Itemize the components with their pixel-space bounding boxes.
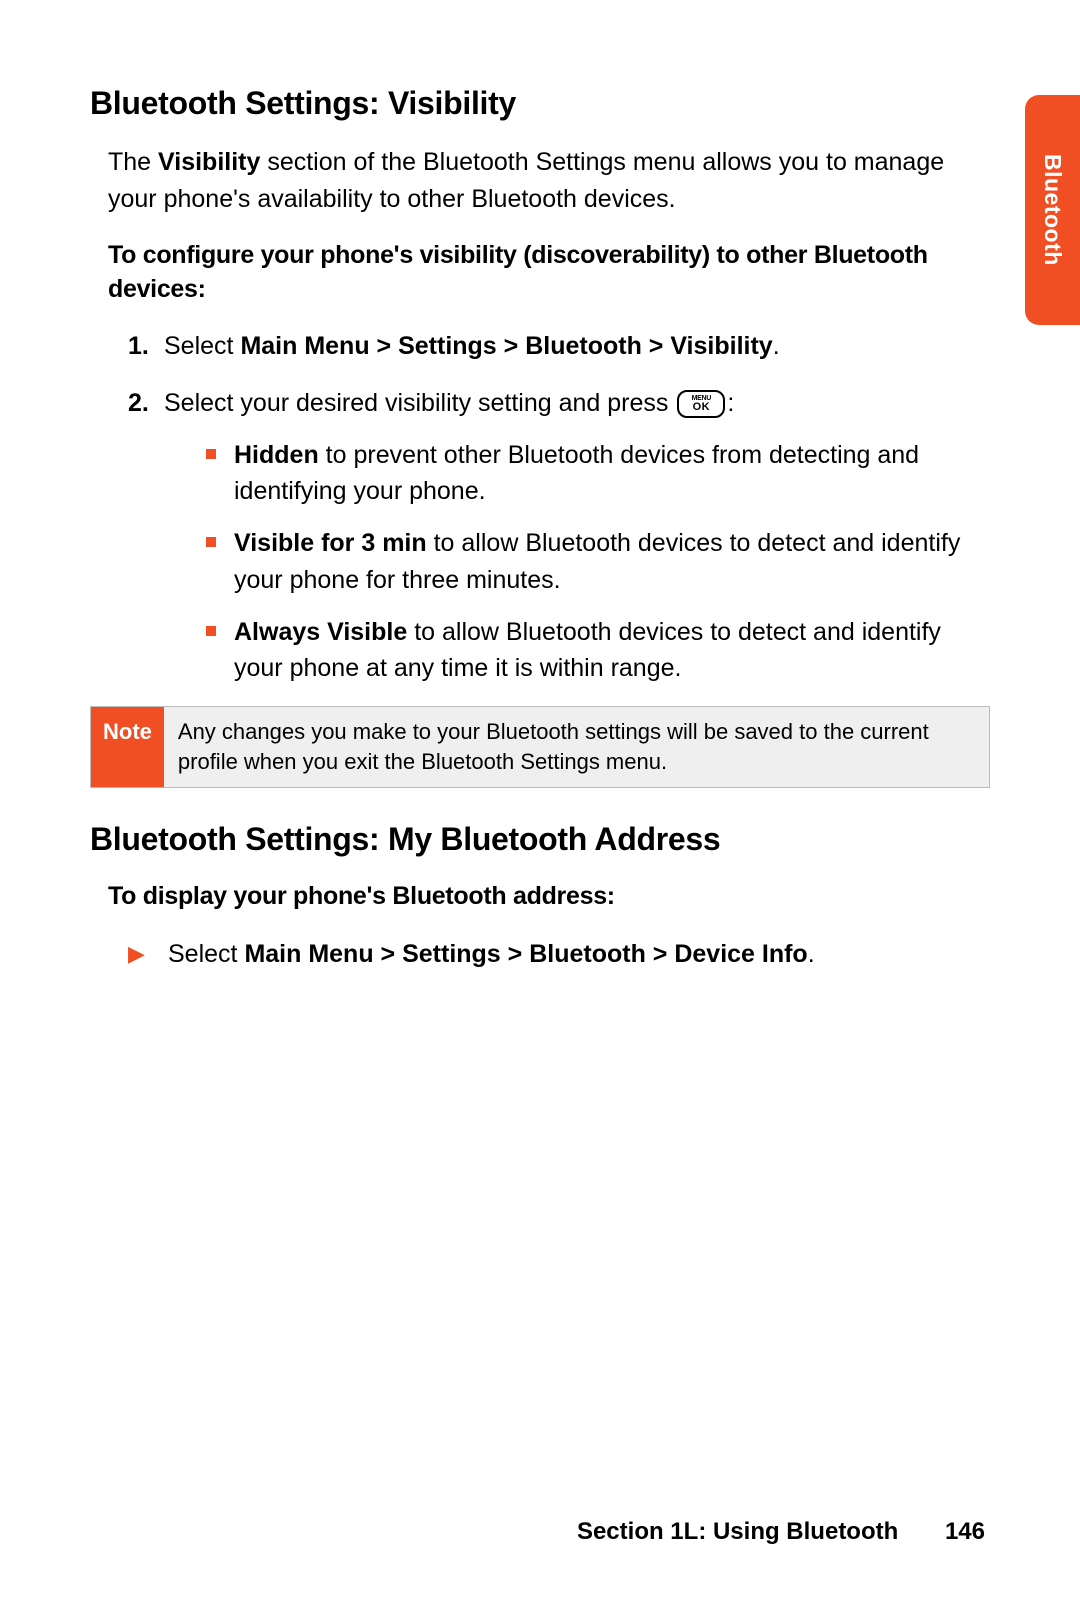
bullet-hidden-rest: to prevent other Bluetooth devices from … xyxy=(234,441,919,505)
arrow-item-path: Main Menu > Settings > Bluetooth > Devic… xyxy=(244,940,807,968)
step-2-text-after: : xyxy=(727,389,734,417)
heading-my-bt-address: Bluetooth Settings: My Bluetooth Address xyxy=(90,816,990,862)
bullet-always-visible: Always Visible to allow Bluetooth device… xyxy=(206,614,990,687)
side-tab-bluetooth: Bluetooth xyxy=(1025,95,1080,325)
bullet-visible-3min-bold: Visible for 3 min xyxy=(234,529,427,557)
bullet-visible-3min: Visible for 3 min to allow Bluetooth dev… xyxy=(206,525,990,598)
arrow-item-suffix: . xyxy=(808,940,815,968)
bullet-hidden-bold: Hidden xyxy=(234,441,319,469)
arrow-item-prefix: Select xyxy=(168,940,244,968)
step-1: 1. Select Main Menu > Settings > Bluetoo… xyxy=(128,328,990,364)
note-body: Any changes you make to your Bluetooth s… xyxy=(164,707,989,786)
bullet-always-visible-bold: Always Visible xyxy=(234,618,407,646)
bullet-hidden: Hidden to prevent other Bluetooth device… xyxy=(206,437,990,510)
footer-page-number: 146 xyxy=(945,1518,985,1545)
step-2: 2. Select your desired visibility settin… xyxy=(128,385,990,687)
heading-visibility: Bluetooth Settings: Visibility xyxy=(90,80,990,126)
page-content: Bluetooth Settings: Visibility The Visib… xyxy=(0,0,1080,972)
step-1-number: 1. xyxy=(128,328,149,364)
side-tab-label: Bluetooth xyxy=(1036,154,1069,266)
page-footer: Section 1L: Using Bluetooth 146 xyxy=(577,1515,985,1550)
arrow-item-device-info: ▶ Select Main Menu > Settings > Bluetoot… xyxy=(128,936,990,972)
menu-ok-key-icon: MENU OK xyxy=(677,390,725,418)
intro-prefix: The xyxy=(108,148,158,176)
footer-section-label: Section 1L: Using Bluetooth xyxy=(577,1518,898,1545)
step-1-prefix: Select xyxy=(164,332,240,360)
step-1-path: Main Menu > Settings > Bluetooth > Visib… xyxy=(240,332,772,360)
visibility-options-list: Hidden to prevent other Bluetooth device… xyxy=(206,437,990,687)
triangle-right-icon: ▶ xyxy=(128,938,145,970)
intro-lead-bold: Visibility xyxy=(158,148,260,176)
note-box: Note Any changes you make to your Blueto… xyxy=(90,706,990,787)
step-2-number: 2. xyxy=(128,385,149,421)
arrow-list: ▶ Select Main Menu > Settings > Bluetoot… xyxy=(128,936,990,972)
key-bottom-label: OK xyxy=(693,402,711,413)
subhead-display-address: To display your phone's Bluetooth addres… xyxy=(108,880,990,914)
step-1-suffix: . xyxy=(773,332,780,360)
subhead-configure-visibility: To configure your phone's visibility (di… xyxy=(108,239,990,307)
steps-list: 1. Select Main Menu > Settings > Bluetoo… xyxy=(128,328,990,686)
intro-paragraph: The Visibility section of the Bluetooth … xyxy=(108,144,990,217)
step-2-text-before: Select your desired visibility setting a… xyxy=(164,389,675,417)
note-label: Note xyxy=(91,707,164,786)
